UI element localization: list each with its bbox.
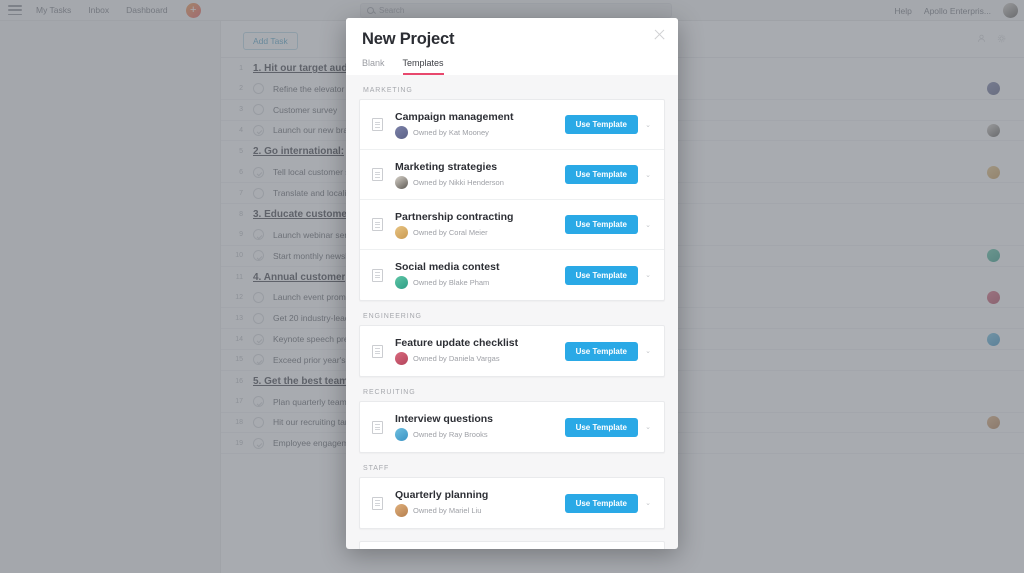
dialog-tabs: Blank Templates — [362, 58, 662, 75]
template-card[interactable]: Marketing strategies Owned by Nikki Hende… — [360, 150, 664, 200]
template-doc-icon — [372, 218, 383, 231]
use-template-button[interactable]: Use Template — [564, 265, 638, 285]
template-card-main: Partnership contracting Owned by Coral Me… — [395, 211, 565, 239]
owner-avatar — [395, 225, 408, 239]
chevron-down-icon[interactable]: ⌄ — [642, 499, 654, 507]
template-doc-icon — [372, 118, 383, 131]
owner-avatar — [395, 125, 408, 139]
template-card-main: Feature update checklist Owned by Daniela… — [395, 337, 565, 365]
template-section-label: ENGINEERING — [363, 313, 422, 320]
owner-name-label: Owned by Kat Mooney — [413, 127, 489, 137]
owner-name-label: Owned by Blake Pham — [413, 278, 490, 287]
use-template-button[interactable]: Use Template — [564, 417, 638, 437]
use-template-button[interactable]: Use Template — [564, 115, 638, 134]
owner-avatar — [395, 175, 408, 189]
template-card-group: Interview questions Owned by Ray Brooks Us… — [359, 401, 665, 453]
template-owner: Owned by Daniela Vargas — [395, 352, 565, 365]
dialog-header: New Project Blank Templates — [346, 18, 678, 75]
template-doc-icon — [372, 420, 383, 434]
template-title: Partnership contracting — [395, 210, 514, 223]
template-owner: Owned by Coral Meier — [395, 225, 565, 239]
dialog-body[interactable]: MARKETING Campaign management Owned by Kat… — [346, 75, 678, 549]
template-owner: Owned by Blake Pham — [395, 276, 565, 289]
owner-name-label: Owned by Coral Meier — [413, 227, 488, 237]
chevron-down-icon[interactable]: ⌄ — [642, 171, 654, 179]
chevron-down-icon[interactable]: ⌄ — [642, 121, 654, 129]
template-section-label: MARKETING — [363, 87, 413, 94]
owner-name-label: Owned by Daniela Vargas — [413, 354, 500, 363]
template-card-group: Feature update checklist Owned by Daniela… — [359, 325, 665, 377]
template-card-main: Quarterly planning Owned by Mariel Liu — [395, 489, 565, 517]
template-card-main: Social media contest Owned by Blake Pham — [395, 261, 565, 289]
chevron-down-icon[interactable]: ⌄ — [642, 271, 654, 279]
template-doc-icon — [372, 496, 383, 510]
owner-avatar — [395, 504, 408, 517]
chevron-down-icon[interactable]: ⌄ — [642, 347, 654, 355]
template-owner: Owned by Mariel Liu — [395, 504, 565, 517]
tab-blank[interactable]: Blank — [362, 58, 385, 75]
owner-avatar — [395, 276, 408, 289]
chevron-down-icon[interactable]: ⌄ — [642, 423, 654, 431]
template-title: Interview questions — [395, 413, 494, 425]
template-doc-icon — [372, 268, 383, 282]
template-card-main: Campaign management Owned by Kat Mooney — [395, 111, 565, 139]
template-card[interactable]: Campaign management Owned by Kat Mooney Us… — [360, 100, 664, 150]
template-title: Social media contest — [395, 261, 500, 273]
save-template-note: iSave your own project templates for you… — [359, 541, 665, 549]
owner-name-label: Owned by Ray Brooks — [413, 430, 488, 439]
chevron-down-icon[interactable]: ⌄ — [642, 221, 654, 229]
template-card-group: Quarterly planning Owned by Mariel Liu Use… — [359, 477, 665, 529]
owner-name-label: Owned by Mariel Liu — [413, 506, 482, 515]
template-title: Marketing strategies — [395, 160, 498, 173]
template-doc-icon — [372, 168, 383, 181]
template-section-label: RECRUITING — [363, 389, 416, 396]
use-template-button[interactable]: Use Template — [564, 493, 638, 513]
dialog-title: New Project — [362, 30, 455, 48]
tab-templates[interactable]: Templates — [402, 58, 444, 75]
owner-avatar — [395, 352, 408, 365]
use-template-button[interactable]: Use Template — [564, 165, 638, 184]
template-card-main: Marketing strategies Owned by Nikki Hende… — [395, 161, 565, 189]
template-section-label: STAFF — [363, 465, 390, 472]
template-card[interactable]: Quarterly planning Owned by Mariel Liu Use… — [360, 478, 664, 528]
template-owner: Owned by Ray Brooks — [395, 428, 565, 441]
template-card[interactable]: Interview questions Owned by Ray Brooks Us… — [360, 402, 664, 452]
template-card[interactable]: Social media contest Owned by Blake Pham U… — [360, 250, 664, 300]
use-template-button[interactable]: Use Template — [564, 341, 638, 361]
owner-name-label: Owned by Nikki Henderson — [413, 177, 504, 187]
template-card[interactable]: Feature update checklist Owned by Daniela… — [360, 326, 664, 376]
use-template-button[interactable]: Use Template — [564, 215, 638, 234]
template-title: Quarterly planning — [395, 489, 489, 501]
template-card-group: Campaign management Owned by Kat Mooney Us… — [359, 99, 665, 301]
close-icon[interactable] — [653, 28, 666, 41]
template-title: Campaign management — [395, 110, 514, 123]
template-doc-icon — [372, 344, 383, 358]
new-project-dialog: New Project Blank Templates MARKETING Cam… — [346, 18, 678, 549]
template-title: Feature update checklist — [395, 337, 519, 349]
template-owner: Owned by Nikki Henderson — [395, 175, 565, 189]
owner-avatar — [395, 428, 408, 441]
template-card-main: Interview questions Owned by Ray Brooks — [395, 413, 565, 441]
template-card[interactable]: Partnership contracting Owned by Coral Me… — [360, 200, 664, 250]
template-owner: Owned by Kat Mooney — [395, 125, 565, 139]
